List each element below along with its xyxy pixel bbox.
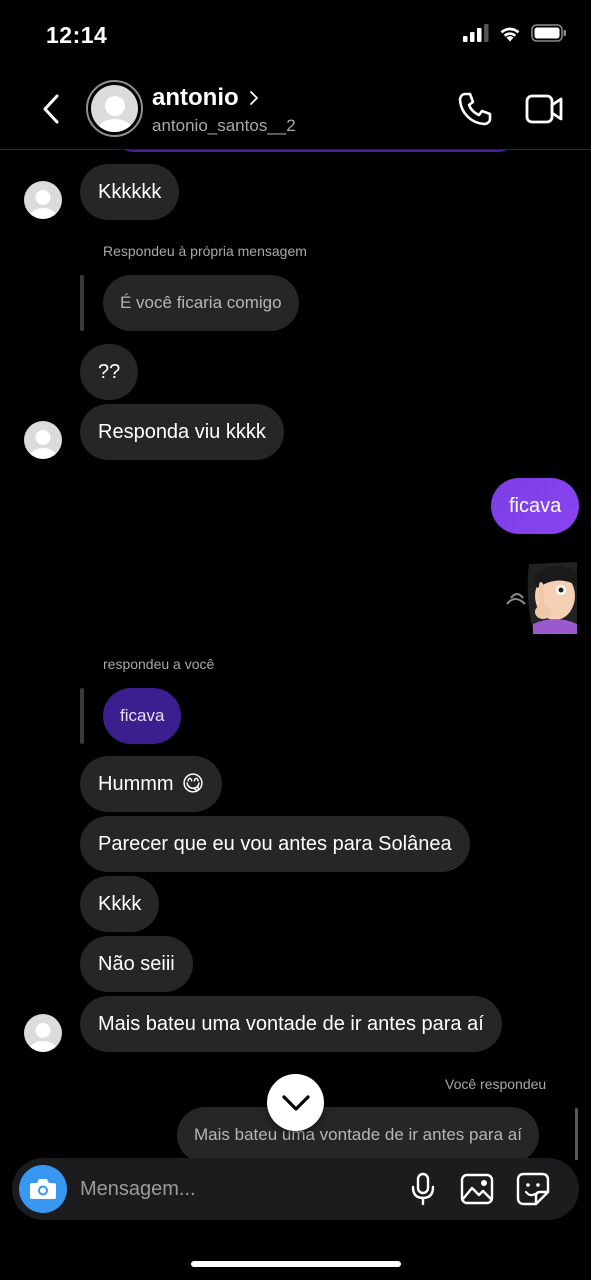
message-text: Kkkkkk xyxy=(98,180,162,203)
message-list[interactable]: Kkkkkk Respondeu à própria mensagem É vo… xyxy=(0,150,591,1160)
wifi-icon xyxy=(500,27,520,42)
video-camera-icon xyxy=(525,94,563,124)
my-message-bubble[interactable]: ficava xyxy=(491,478,580,534)
message-text: Responda viu kkkk xyxy=(98,420,266,443)
message-bubble[interactable]: Hummm 😋 xyxy=(80,756,223,812)
scroll-to-bottom-button[interactable] xyxy=(267,1074,324,1131)
voice-call-button[interactable] xyxy=(456,90,494,128)
message-bubble[interactable]: Responda viu kkkk xyxy=(80,404,284,460)
signal-icon xyxy=(463,24,489,42)
message-text: Kkkk xyxy=(98,892,142,915)
camera-icon xyxy=(30,1179,56,1199)
chevron-left-icon xyxy=(43,94,59,124)
yum-emoji: 😋 xyxy=(181,771,205,796)
status-icons xyxy=(463,24,567,42)
sender-avatar[interactable] xyxy=(24,421,62,459)
message-bubble[interactable]: Não seiii xyxy=(80,936,193,992)
reply-label: respondeu a você xyxy=(103,656,215,672)
image-icon xyxy=(460,1173,494,1205)
back-button[interactable] xyxy=(36,92,66,126)
message-bubble[interactable]: Kkkk xyxy=(80,876,160,932)
quoted-text: ficava xyxy=(120,706,165,725)
message-composer xyxy=(12,1158,579,1220)
message-text: Mais bateu uma vontade de ir antes para … xyxy=(98,1012,484,1035)
contact-name[interactable]: antonio xyxy=(152,84,259,112)
message-bubble[interactable]: Kkkkkk xyxy=(80,164,180,220)
microphone-button[interactable] xyxy=(404,1170,442,1208)
memoji-sticker[interactable] xyxy=(503,560,577,634)
reply-bar xyxy=(80,688,84,744)
reply-label: Você respondeu xyxy=(445,1076,547,1092)
message-bubble[interactable]: Mais bateu uma vontade de ir antes para … xyxy=(80,996,502,1052)
home-indicator[interactable] xyxy=(191,1261,401,1267)
quoted-message[interactable]: É você ficaria comigo xyxy=(103,275,299,331)
sticker-button[interactable] xyxy=(514,1170,552,1208)
message-input[interactable] xyxy=(80,1170,380,1208)
reply-label: Respondeu à própria mensagem xyxy=(103,243,307,259)
quoted-message[interactable]: Mais bateu uma vontade de ir antes para … xyxy=(177,1107,539,1160)
camera-button[interactable] xyxy=(19,1165,67,1213)
status-bar: 12:14 xyxy=(0,0,591,70)
sender-avatar[interactable] xyxy=(24,1014,62,1052)
memoji-shush-icon xyxy=(506,562,577,634)
reply-bar xyxy=(80,275,84,331)
video-call-button[interactable] xyxy=(524,90,564,128)
chevron-right-icon xyxy=(249,91,258,105)
chevron-down-icon xyxy=(281,1094,310,1111)
message-text: Não seiii xyxy=(98,952,175,975)
previous-message-bubble xyxy=(112,150,520,152)
gallery-button[interactable] xyxy=(458,1170,496,1208)
status-time: 12:14 xyxy=(46,22,108,48)
phone-icon xyxy=(458,92,492,126)
message-text: Parecer que eu vou antes para Solânea xyxy=(98,832,452,855)
sender-avatar[interactable] xyxy=(24,181,62,219)
quoted-text: É você ficaria comigo xyxy=(120,293,282,312)
scrollbar[interactable] xyxy=(575,1108,578,1160)
contact-username[interactable]: antonio_santos__2 xyxy=(152,116,296,136)
battery-icon xyxy=(531,24,566,42)
message-text: ficava xyxy=(509,494,562,517)
message-text: ?? xyxy=(98,360,121,383)
quoted-message[interactable]: ficava xyxy=(103,688,182,744)
microphone-icon xyxy=(411,1172,435,1206)
message-text: Hummm xyxy=(98,772,174,795)
contact-name-text: antonio xyxy=(152,84,239,111)
message-bubble[interactable]: Parecer que eu vou antes para Solânea xyxy=(80,816,470,872)
message-bubble[interactable]: ?? xyxy=(80,344,139,400)
contact-avatar[interactable] xyxy=(86,80,143,137)
sticker-icon xyxy=(516,1172,550,1206)
quoted-text: Mais bateu uma vontade de ir antes para … xyxy=(194,1125,522,1144)
chat-header: antonio antonio_santos__2 xyxy=(0,70,591,150)
